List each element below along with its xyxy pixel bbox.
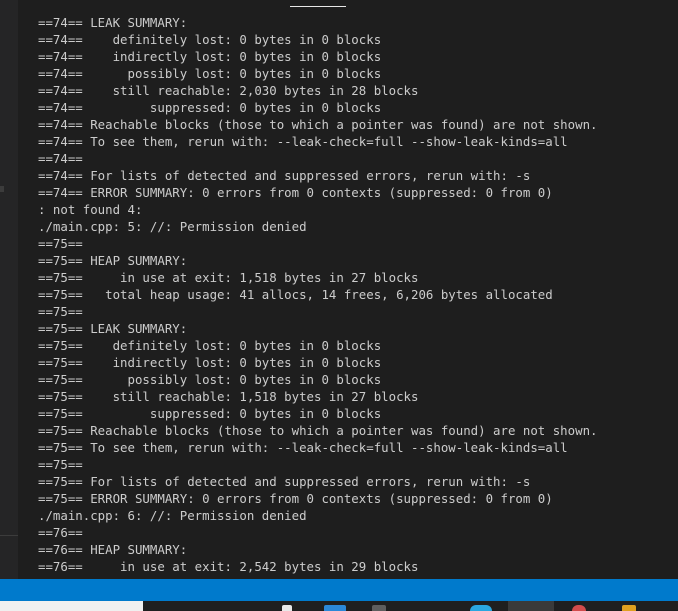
terminal-line: ==74== possibly lost: 0 bytes in 0 block… xyxy=(38,66,382,81)
taskbar-app-area xyxy=(143,601,678,611)
terminal-line: ==74== To see them, rerun with: --leak-c… xyxy=(38,134,568,149)
terminal-line: ==74== definitely lost: 0 bytes in 0 blo… xyxy=(38,32,382,47)
activity-gutter xyxy=(0,0,18,579)
app-icon[interactable] xyxy=(324,605,346,611)
terminal-line: ==76== HEAP SUMMARY: xyxy=(38,542,188,557)
terminal-line: ==75== HEAP SUMMARY: xyxy=(38,253,188,268)
terminal-line: ==75== For lists of detected and suppres… xyxy=(38,474,531,489)
active-app-icon[interactable] xyxy=(508,601,554,611)
terminal-line: ==74== indirectly lost: 0 bytes in 0 blo… xyxy=(38,49,382,64)
terminal-line: ==75== xyxy=(38,236,83,251)
terminal-line: ==75== Reachable blocks (those to which … xyxy=(38,423,598,438)
app-icon[interactable] xyxy=(572,605,586,611)
app-icon[interactable] xyxy=(470,605,492,611)
status-bar[interactable] xyxy=(0,579,678,601)
terminal-line: ==75== total heap usage: 41 allocs, 14 f… xyxy=(38,287,553,302)
app-icon[interactable] xyxy=(372,605,386,611)
terminal-line: ==75== possibly lost: 0 bytes in 0 block… xyxy=(38,372,382,387)
gutter-divider xyxy=(0,535,18,536)
terminal-line: ==74== Reachable blocks (those to which … xyxy=(38,117,598,132)
app-icon[interactable] xyxy=(282,605,292,611)
terminal-line: ==74== still reachable: 2,030 bytes in 2… xyxy=(38,83,419,98)
terminal-line: ==75== still reachable: 1,518 bytes in 2… xyxy=(38,389,419,404)
terminal-line: ==74== xyxy=(38,151,83,166)
terminal-line: ==74== LEAK SUMMARY: xyxy=(38,15,188,30)
terminal-line: ==75== in use at exit: 1,518 bytes in 27… xyxy=(38,270,419,285)
terminal-line: ./main.cpp: 6: //: Permission denied xyxy=(38,508,307,523)
terminal-output[interactable]: ==74== LEAK SUMMARY: ==74== definitely lo… xyxy=(38,14,678,579)
terminal-tab-indicator[interactable] xyxy=(290,0,346,7)
terminal-line: ==75== To see them, rerun with: --leak-c… xyxy=(38,440,568,455)
terminal-line: ==75== ERROR SUMMARY: 0 errors from 0 co… xyxy=(38,491,553,506)
terminal-line: ==75== indirectly lost: 0 bytes in 0 blo… xyxy=(38,355,382,370)
app-icon[interactable] xyxy=(622,605,636,611)
terminal-line: ==76== xyxy=(38,525,83,540)
terminal-line: ==75== xyxy=(38,457,83,472)
terminal-line: ==75== suppressed: 0 bytes in 0 blocks xyxy=(38,406,382,421)
terminal-line: ==74== For lists of detected and suppres… xyxy=(38,168,531,183)
terminal-line: ==75== xyxy=(38,304,83,319)
terminal-line: ==74== suppressed: 0 bytes in 0 blocks xyxy=(38,100,382,115)
terminal-line: ==75== definitely lost: 0 bytes in 0 blo… xyxy=(38,338,382,353)
terminal-line: ==74== ERROR SUMMARY: 0 errors from 0 co… xyxy=(38,185,553,200)
terminal-line: ==76== in use at exit: 2,542 bytes in 29… xyxy=(38,559,419,574)
terminal-line: ==75== LEAK SUMMARY: xyxy=(38,321,188,336)
terminal-line: : not found 4: xyxy=(38,202,143,217)
gutter-marker xyxy=(0,186,4,192)
terminal-line: ./main.cpp: 5: //: Permission denied xyxy=(38,219,307,234)
